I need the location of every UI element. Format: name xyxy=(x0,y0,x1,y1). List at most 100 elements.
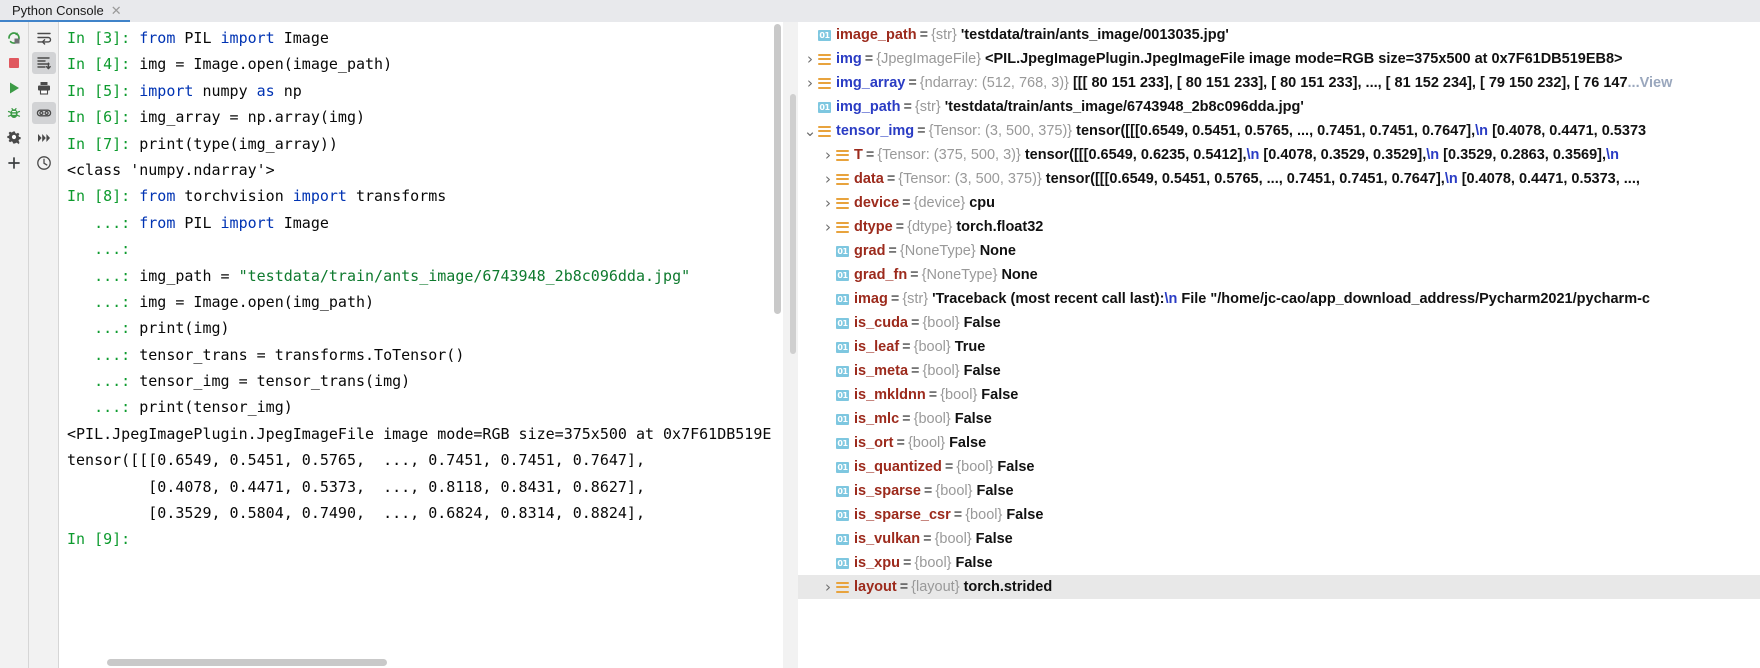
execute-icon[interactable] xyxy=(2,77,26,99)
print-icon[interactable] xyxy=(32,77,56,99)
variable-row[interactable]: 01 is_mlc = {bool} False xyxy=(798,407,1760,431)
variable-type: {bool} xyxy=(913,339,951,355)
rerun-icon[interactable] xyxy=(2,27,26,49)
console-horizontal-scrollbar[interactable] xyxy=(59,657,783,668)
variable-row[interactable]: › data = {Tensor: (3, 500, 375)} tensor([[[0… xyxy=(798,167,1760,191)
console-line: In [8]: from torchvision import transfor… xyxy=(67,183,783,209)
variable-row[interactable]: 01 is_sparse_csr = {bool} False xyxy=(798,503,1760,527)
console-text: In [7]: xyxy=(67,134,140,153)
chevron-down-icon[interactable]: ⌄ xyxy=(802,124,818,139)
variable-value: 'Traceback (most recent call last):\n Fi… xyxy=(932,291,1650,307)
variable-type: {bool} xyxy=(935,483,973,499)
view-link[interactable]: ...View xyxy=(1628,75,1673,91)
variable-row[interactable]: 01 is_quantized = {bool} False xyxy=(798,455,1760,479)
console-vscroll-thumb[interactable] xyxy=(774,24,781,314)
variable-row[interactable]: 01 grad = {NoneType} None xyxy=(798,239,1760,263)
variable-type: {bool} xyxy=(956,459,994,475)
console-text: print(tensor_img) xyxy=(139,398,293,417)
console-text: In [5]: xyxy=(67,81,140,100)
console-text: img = Image.open(image_path) xyxy=(139,55,393,74)
variable-row[interactable]: 01 imag = {str} 'Traceback (most recent call… xyxy=(798,287,1760,311)
variable-type: {dtype} xyxy=(907,219,953,235)
chevron-right-icon[interactable]: › xyxy=(820,579,836,595)
console-text: Image xyxy=(274,29,329,47)
variable-type: {NoneType} xyxy=(921,267,998,283)
close-icon[interactable]: ✕ xyxy=(111,4,122,17)
console-editor-panel: In [3]: from PIL import Image In [4]: img… xyxy=(58,22,783,668)
variable-row[interactable]: › device = {device} cpu xyxy=(798,191,1760,215)
variable-type: {device} xyxy=(913,195,966,211)
escape-sequence: \n xyxy=(1444,171,1458,187)
soft-wrap-icon[interactable] xyxy=(32,27,56,49)
equals-sign: = xyxy=(864,51,874,67)
variable-row[interactable]: › img = {JpegImageFile} <PIL.JpegImagePlugin… xyxy=(798,47,1760,71)
variable-row[interactable]: 01 image_path = {str}'testdata/train/ants_i… xyxy=(798,23,1760,47)
console-text: from xyxy=(139,213,176,232)
variable-value: False xyxy=(949,435,987,451)
variable-row[interactable]: 01 is_ort = {bool} False xyxy=(798,431,1760,455)
equals-sign: = xyxy=(911,363,920,379)
tab-python-console[interactable]: Python Console ✕ xyxy=(0,1,130,22)
variable-row[interactable]: ⌄ tensor_img = {Tensor: (3, 500, 375)} tenso… xyxy=(798,119,1760,143)
variable-row[interactable]: 01 is_mkldnn = {bool} False xyxy=(798,383,1760,407)
chevron-right-icon[interactable]: › xyxy=(802,51,818,67)
console-vertical-scrollbar[interactable] xyxy=(771,22,783,668)
variable-row[interactable]: › T = {Tensor: (375, 500, 3)} tensor([[[0.65… xyxy=(798,143,1760,167)
chevron-right-icon[interactable]: › xyxy=(802,75,818,91)
variable-row[interactable]: 01 is_cuda = {bool} False xyxy=(798,311,1760,335)
variables-vertical-scrollbar[interactable] xyxy=(788,22,798,668)
variable-value: False xyxy=(954,411,992,427)
variable-value-icon: 01 xyxy=(836,461,849,473)
variable-row[interactable]: 01 is_leaf = {bool} True xyxy=(798,335,1760,359)
variable-row[interactable]: 01 is_sparse = {bool} False xyxy=(798,479,1760,503)
chevron-right-icon xyxy=(820,534,836,545)
variable-name: grad xyxy=(854,243,886,259)
console-text: "testdata/train/ants_image/6743948_2b8c0… xyxy=(238,266,691,285)
variable-row[interactable]: › img_array = {ndarray: (512, 768, 3)}[[[ 8… xyxy=(798,71,1760,95)
chevron-right-icon[interactable]: › xyxy=(820,195,836,211)
console-text: from xyxy=(139,187,176,206)
variable-type: {bool} xyxy=(913,411,951,427)
variable-name: is_xpu xyxy=(854,555,900,571)
console-text: ...: xyxy=(67,213,140,232)
chevron-right-icon[interactable]: › xyxy=(820,171,836,187)
console-output[interactable]: In [3]: from PIL import Image In [4]: img… xyxy=(59,22,783,657)
console-text: import xyxy=(220,213,275,232)
variable-row[interactable]: 01 img_path = {str}'testdata/train/ants_ima… xyxy=(798,95,1760,119)
stop-icon[interactable] xyxy=(2,52,26,74)
console-line: In [4]: img = Image.open(image_path) xyxy=(67,51,783,77)
variable-row[interactable]: › layout = {layout} torch.strided xyxy=(798,575,1760,599)
variable-row[interactable]: 01 is_xpu = {bool} False xyxy=(798,551,1760,575)
variable-row[interactable]: 01 grad_fn = {NoneType} None xyxy=(798,263,1760,287)
escape-sequence: \n xyxy=(1164,291,1178,307)
console-line: ...: img_path = "testdata/train/ants_ima… xyxy=(67,263,783,289)
variable-row[interactable]: › dtype = {dtype} torch.float32 xyxy=(798,215,1760,239)
history-icon[interactable] xyxy=(32,152,56,174)
variables-vscroll-thumb[interactable] xyxy=(790,94,796,354)
show-variables-icon[interactable] xyxy=(31,102,56,124)
variable-row[interactable]: 01 is_meta = {bool} False xyxy=(798,359,1760,383)
scroll-to-end-icon[interactable] xyxy=(31,52,56,74)
console-text: ...: xyxy=(67,266,140,285)
run-to-cursor-icon[interactable] xyxy=(32,127,56,149)
debug-icon[interactable] xyxy=(2,102,26,124)
variable-row[interactable]: 01 is_vulkan = {bool} False xyxy=(798,527,1760,551)
variable-name: is_sparse_csr xyxy=(854,507,951,523)
chevron-right-icon[interactable]: › xyxy=(820,147,836,163)
console-line: In [6]: img_array = np.array(img) xyxy=(67,104,783,130)
console-hscroll-thumb[interactable] xyxy=(107,659,387,666)
console-text: np xyxy=(274,81,302,100)
variable-name: is_meta xyxy=(854,363,909,379)
variable-object-icon xyxy=(836,197,849,209)
chevron-right-icon[interactable]: › xyxy=(820,219,836,235)
plus-icon[interactable] xyxy=(2,152,26,174)
variables-tree[interactable]: 01 image_path = {str}'testdata/train/ants_i… xyxy=(798,22,1760,668)
variable-name: tensor_img xyxy=(836,123,915,139)
variable-value: torch.float32 xyxy=(956,219,1044,235)
equals-sign: = xyxy=(923,483,933,499)
variable-value: cpu xyxy=(969,195,996,211)
equals-sign: = xyxy=(902,195,911,211)
settings-icon[interactable] xyxy=(2,127,26,149)
variable-name: is_cuda xyxy=(854,315,908,331)
variable-value: False xyxy=(1006,507,1044,523)
